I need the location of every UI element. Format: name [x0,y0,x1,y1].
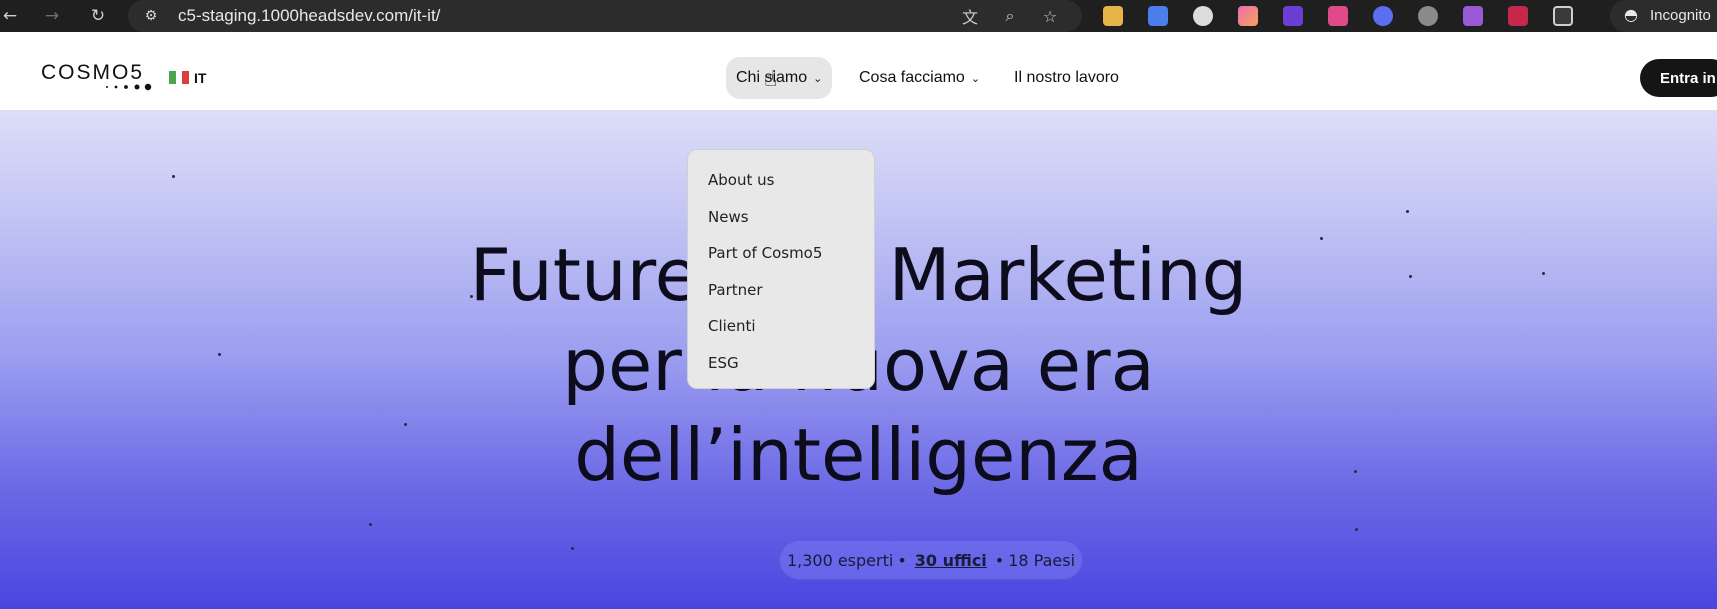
chevron-down-icon: ⌄ [970,71,981,85]
chevron-down-icon: ⌄ [813,71,823,85]
star-dot [571,547,574,550]
incognito-indicator[interactable]: ◓ Incognito [1610,0,1717,32]
dropdown-item-news[interactable]: News [688,199,874,236]
stat-countries: 18 Paesi [1008,550,1076,570]
stat-experts: 1,300 esperti [786,550,894,570]
hero-line: dell’intelligenza [574,413,1143,497]
nav-label: Il nostro lavoro [1014,69,1119,86]
star-dot [1406,210,1409,213]
dropdown-item-clienti[interactable]: Clienti [688,308,874,345]
translate-icon[interactable]: 文 [960,6,980,27]
extension-docs-icon[interactable] [1148,6,1168,26]
incognito-icon: ◓ [1624,5,1638,24]
url-text[interactable]: c5-staging.1000headsdev.com/it-it/ [178,6,440,26]
browser-toolbar: ← → ↻ ⚙ c5-staging.1000headsdev.com/it-i… [0,0,1717,32]
site-header: COSMO5 IT Chi siamo ⌄ Cosa facciamo ⌄ Il… [0,45,1717,110]
dropdown-item-part-of-cosmo5[interactable]: Part of Cosmo5 [688,235,874,272]
compass-icon[interactable] [1418,6,1438,26]
site-info-icon[interactable]: ⚙ [142,7,160,25]
stat-separator: • [994,550,1005,570]
chi-siamo-dropdown: About us News Part of Cosmo5 Partner Cli… [687,149,875,389]
zoom-icon[interactable]: ⌕ [1000,6,1020,26]
star-dot [369,523,372,526]
extension-camera-icon[interactable] [1463,6,1483,26]
nav-il-nostro-lavoro[interactable]: Il nostro lavoro [1014,57,1119,99]
stat-offices-link[interactable]: 30 uffici [915,551,987,570]
eyedropper-icon[interactable] [1283,6,1303,26]
extension-video-icon[interactable] [1328,6,1348,26]
forward-icon[interactable]: → [42,6,62,26]
nav-cosa-facciamo[interactable]: Cosa facciamo ⌄ [859,57,980,99]
extension-circle-icon[interactable] [1193,6,1213,26]
dropdown-item-partner[interactable]: Partner [688,272,874,309]
dropdown-item-about-us[interactable]: About us [688,162,874,199]
extensions-puzzle-icon[interactable] [1553,6,1573,26]
logo-dots-icon [106,83,152,91]
reload-icon[interactable]: ↻ [88,6,108,26]
page-viewport: COSMO5 IT Chi siamo ⌄ Cosa facciamo ⌄ Il… [0,45,1717,609]
ublock-shield-icon[interactable] [1508,6,1528,26]
hand-cursor-icon: ☝ [764,67,778,92]
login-button[interactable]: Entra in [1640,59,1717,97]
extension-globe-icon[interactable] [1373,6,1393,26]
star-dot [1355,528,1358,531]
language-selector[interactable]: IT [194,70,206,86]
cosmo5-logo[interactable]: COSMO5 [41,61,144,85]
stats-pill: 1,300 esperti • 30 uffici • 18 Paesi [779,540,1083,580]
back-icon[interactable]: ← [0,6,20,26]
dropdown-item-esg[interactable]: ESG [688,345,874,382]
incognito-label: Incognito [1650,7,1711,24]
nav-chi-siamo[interactable]: Chi siamo ⌄ [726,57,833,99]
extension-gradient-icon[interactable] [1238,6,1258,26]
stat-separator: • [897,550,907,570]
address-bar[interactable]: ⚙ c5-staging.1000headsdev.com/it-it/ 文 ⌕… [128,0,1082,32]
bookmark-star-icon[interactable]: ☆ [1040,6,1060,26]
italy-flag-icon[interactable] [169,71,190,84]
extension-notes-icon[interactable] [1103,6,1123,26]
star-dot [172,175,175,178]
nav-label: Cosa facciamo [859,69,965,86]
